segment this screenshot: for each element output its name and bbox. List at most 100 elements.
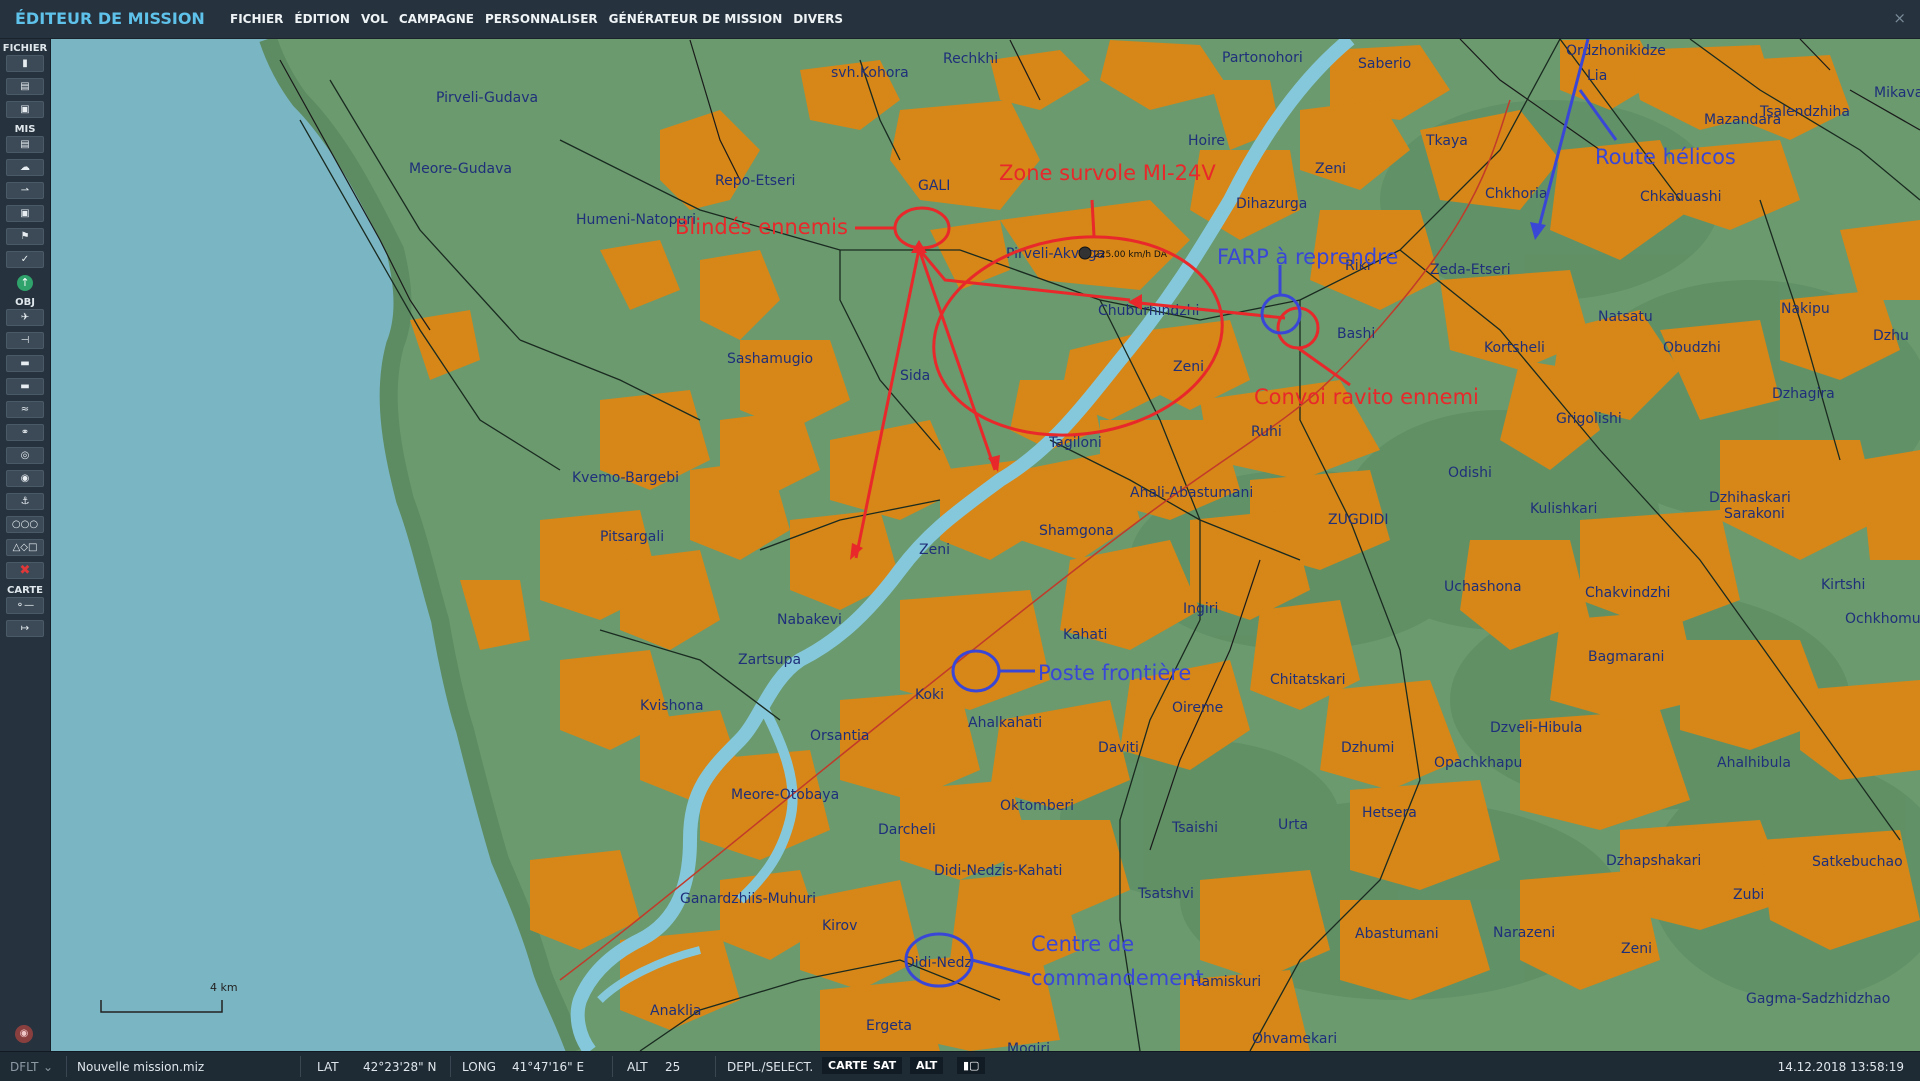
town-label: Zartsupa [738, 652, 801, 668]
menu-fichier[interactable]: FICHIER [230, 12, 283, 26]
long-label: LONG [462, 1060, 496, 1074]
alt-value: 25 [665, 1060, 681, 1074]
check-icon[interactable]: ✓ [6, 251, 44, 268]
aircraft-group-icon[interactable]: ⇀ [6, 182, 44, 199]
town-label: Hoire [1188, 133, 1225, 149]
town-label: Nabakevi [777, 612, 842, 628]
town-label: Narazeni [1493, 925, 1555, 941]
town-label: Satkebuchao [1812, 854, 1903, 870]
town-label: Ohvamekari [1252, 1031, 1337, 1047]
carte-button[interactable]: CARTE [822, 1057, 874, 1074]
mode-label: DEPL./SELECT. [727, 1060, 814, 1074]
open-folder-icon[interactable]: ▤ [6, 78, 44, 95]
annotation-convoi: Convoi ravito ennemi [1254, 385, 1479, 409]
alt-button[interactable]: ALT [910, 1057, 944, 1074]
briefing-icon[interactable]: ▤ [6, 136, 44, 153]
town-label: Kvishona [640, 698, 704, 714]
settings-icon[interactable]: ◉ [15, 1025, 33, 1043]
map-view[interactable]: Pirveli-Gudava Meore-Gudava svh.Kohora R… [51, 39, 1920, 1051]
static-icon[interactable]: ⚭ [6, 424, 44, 441]
town-label: ZUGDIDI [1328, 512, 1389, 528]
divider [612, 1056, 613, 1077]
menu-edition[interactable]: ÉDITION [294, 12, 350, 26]
triple-circle-icon[interactable]: ○○○ [6, 516, 44, 533]
toggle-icon[interactable]: ▮▢ [957, 1057, 986, 1074]
ruler-icon[interactable]: ↦ [6, 620, 44, 637]
town-label: Rechkhi [943, 51, 998, 67]
profile-select[interactable]: DFLT [10, 1060, 39, 1074]
helicopter-icon[interactable]: ⊣ [6, 332, 44, 349]
town-label: Saberio [1358, 56, 1411, 72]
town-label: Oireme [1172, 700, 1223, 716]
go-icon[interactable]: ↑ [6, 274, 44, 291]
town-label: Bashi [1337, 326, 1375, 342]
town-label: Zeda-Etseri [1430, 262, 1511, 278]
divider [715, 1056, 716, 1077]
town-label: Chakvindzhi [1585, 585, 1670, 601]
town-label: Zeni [1173, 359, 1204, 375]
section-fichier: FICHIER [2, 43, 48, 54]
town-label: Sashamugio [727, 351, 813, 367]
town-label: Kirtshi [1821, 577, 1865, 593]
menu-divers[interactable]: DIVERS [793, 12, 843, 26]
town-label: Obudzhi [1663, 340, 1721, 356]
sat-button[interactable]: SAT [867, 1057, 903, 1074]
weather-icon[interactable]: ☁ [6, 159, 44, 176]
town-label: Kahati [1063, 627, 1107, 643]
close-button[interactable]: × [1893, 9, 1906, 27]
datetime: 14.12.2018 13:58:19 [1777, 1060, 1904, 1074]
town-label: Ingiri [1183, 601, 1218, 617]
map-key-icon[interactable]: ⚬— [6, 597, 44, 614]
shapes-icon[interactable]: △◇□ [6, 539, 44, 556]
target-icon[interactable]: ◎ [6, 447, 44, 464]
town-label: Abastumani [1355, 926, 1439, 942]
town-label: Repo-Etseri [715, 173, 795, 189]
town-label: Opachkhapu [1434, 755, 1522, 771]
plane-icon[interactable]: ✈ [6, 309, 44, 326]
town-label: Partonohori [1222, 50, 1303, 66]
divider [300, 1056, 301, 1077]
trigger-icon[interactable]: ▣ [6, 205, 44, 222]
town-label: Ahalhibula [1717, 755, 1791, 771]
flag-icon[interactable]: ⚑ [6, 228, 44, 245]
naval-icon[interactable]: ⚓ [6, 493, 44, 510]
ship-icon[interactable]: ▬ [6, 355, 44, 372]
town-label: svh.Kohora [831, 65, 909, 81]
chevron-down-icon[interactable]: ⌄ [43, 1060, 53, 1074]
town-label: Mikava [1874, 85, 1920, 101]
town-label: Mogiri [1007, 1041, 1050, 1051]
vehicles-icon[interactable]: ≈ [6, 401, 44, 418]
menu-vol[interactable]: VOL [361, 12, 388, 26]
new-file-icon[interactable]: ▮ [6, 55, 44, 72]
long-value: 41°47'16" E [512, 1060, 585, 1074]
divider [450, 1056, 451, 1077]
tank-icon[interactable]: ▬ [6, 378, 44, 395]
menu-campagne[interactable]: CAMPAGNE [399, 12, 474, 26]
town-label: Hetsera [1362, 805, 1417, 821]
town-label: Darcheli [878, 822, 936, 838]
town-label: Ordzhonikidze [1566, 43, 1666, 59]
town-label: Pirveli-Gudava [436, 90, 538, 106]
town-label: Orsantia [810, 728, 869, 744]
town-label: Oktomberi [1000, 798, 1074, 814]
town-label: Sida [900, 368, 930, 384]
town-label: Dzhihaskari [1709, 490, 1791, 506]
menu-personnaliser[interactable]: PERSONNALISER [485, 12, 598, 26]
unit-speed-label: 225.00 km/h DA [1094, 250, 1168, 260]
town-label: Koki [915, 687, 944, 703]
delete-icon[interactable]: ✖ [6, 562, 44, 579]
menu-generateur[interactable]: GÉNÉRATEUR DE MISSION [609, 12, 783, 26]
town-label: Dzhapshakari [1606, 853, 1701, 869]
town-label: Ahali-Abastumani [1130, 485, 1253, 501]
town-label: Dzveli-Hibula [1490, 720, 1583, 736]
town-label: Shamgona [1039, 523, 1114, 539]
annotation-blindes: Blindés ennemis [675, 215, 848, 239]
town-label: Tkaya [1425, 133, 1468, 149]
zone-icon[interactable]: ◉ [6, 470, 44, 487]
town-label: Dihazurga [1236, 196, 1307, 212]
town-label: Chkaduashi [1640, 189, 1721, 205]
save-icon[interactable]: ▣ [6, 101, 44, 118]
town-label: Kulishkari [1530, 501, 1597, 517]
section-mis: MIS [14, 124, 36, 135]
annotation-centre-line1: Centre de [1031, 932, 1134, 956]
